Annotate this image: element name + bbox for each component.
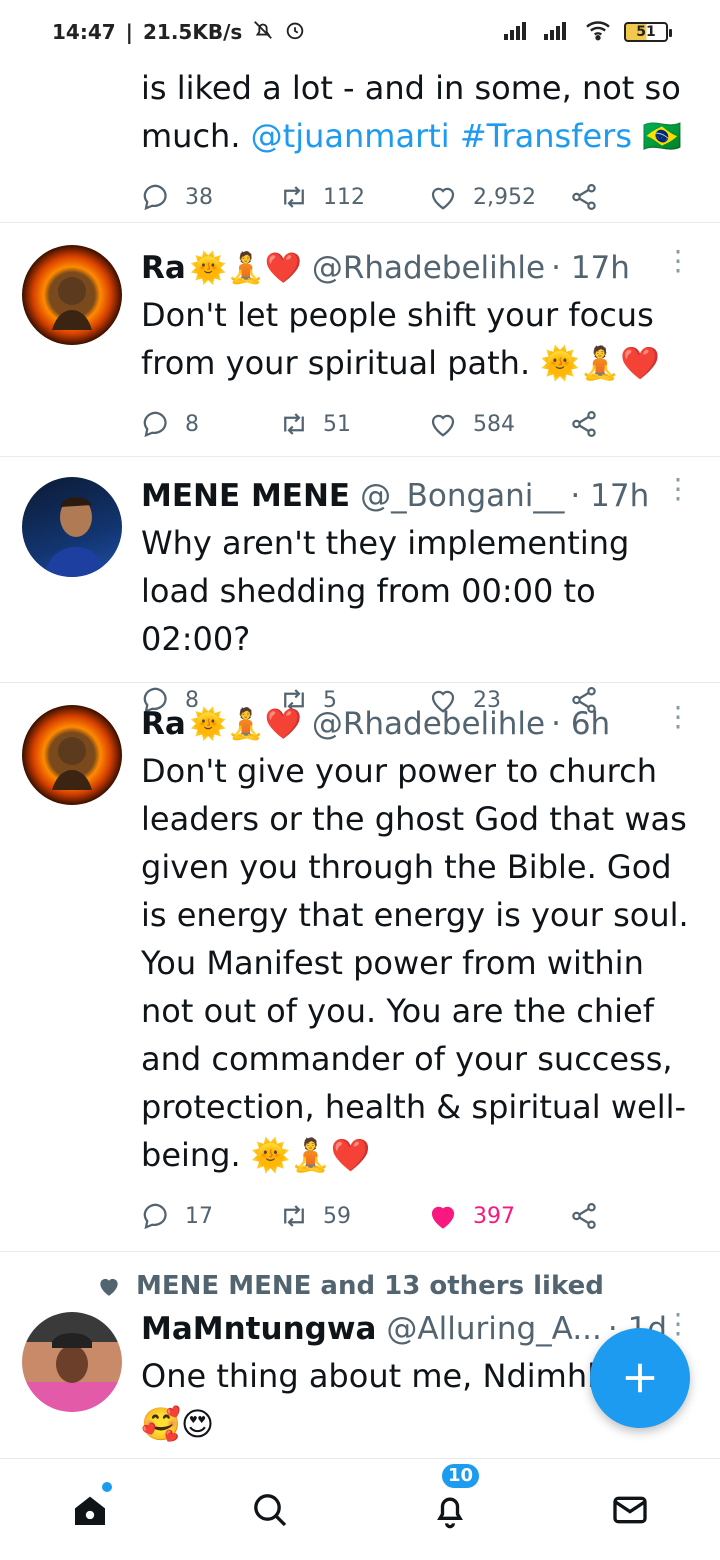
plus-icon [625,1363,655,1393]
retweet-icon [284,1205,304,1227]
more-options-icon[interactable]: ⋮ [664,1310,692,1338]
hashtag-link[interactable]: #Transfers [460,117,632,155]
display-name[interactable]: Ra [141,706,186,742]
heart-context-icon [100,1278,118,1296]
tweet-text: Why aren't they implementing load sheddi… [141,524,630,658]
retweet-button[interactable]: 112 [279,182,427,212]
avatar[interactable] [22,477,122,577]
like-icon [431,187,455,210]
nav-messages[interactable] [600,1480,660,1540]
tweet-text: is liked a lot - and in some, not so muc… [141,69,682,155]
home-icon [75,1496,105,1525]
like-button[interactable]: 2,952 [427,182,569,212]
bottom-navigation: 10 [0,1458,720,1560]
tweet-header: Ra 🌞🧘❤️ @Rhadebelihle · 6h [141,706,611,742]
share-icon [572,184,596,210]
tweet-partial[interactable]: is liked a lot - and in some, not so muc… [0,64,720,223]
reply-icon [143,411,167,438]
tweet-header: MENE MENE @_Bongani__ · 17h [141,473,696,519]
nav-home[interactable] [60,1480,120,1540]
user-handle[interactable]: @Rhadebelihle [312,250,545,286]
tweet[interactable]: Ra 🌞🧘❤️ @Rhadebelihle · 17h ⋮ Don't let … [0,223,720,457]
tweet-actions: 8 51 584 [141,399,696,449]
retweet-icon [284,186,304,208]
tweet-actions: 17 59 397 [141,1191,696,1241]
mention-link[interactable]: @tjuanmarti [251,117,450,155]
user-handle[interactable]: @Rhadebelihle [312,706,545,742]
home-unread-dot [102,1481,112,1492]
reply-button[interactable]: 8 [141,409,279,439]
social-context: MENE MENE and 13 others liked [96,1266,720,1306]
user-handle[interactable]: @_Bongani__ [360,478,564,514]
tweet-actions: 38 112 2,952 [141,172,696,222]
alarm-icon [284,19,306,46]
nav-search[interactable] [240,1480,300,1540]
retweet-button[interactable]: 59 [279,1201,427,1231]
status-bar: 14:47 | 21.5KB/s 51 [0,0,720,64]
like-icon [431,1206,455,1229]
compose-tweet-button[interactable] [590,1328,690,1428]
avatar[interactable] [22,245,122,345]
tweet-time: · 17h [551,250,630,286]
avatar[interactable] [22,1312,122,1412]
reply-icon [143,1203,167,1230]
notifications-badge: 10 [440,1461,482,1490]
share-button[interactable] [569,182,599,212]
reply-icon [143,184,167,211]
nav-notifications[interactable]: 10 [420,1461,482,1540]
retweet-button[interactable]: 51 [279,409,427,439]
share-icon [572,411,596,437]
share-button[interactable] [569,1201,599,1231]
tweet-header: Ra 🌞🧘❤️ @Rhadebelihle · 17h [141,250,630,286]
more-options-icon[interactable]: ⋮ [664,247,692,275]
avatar[interactable] [22,705,122,805]
mail-icon [613,1496,647,1523]
signal-icon [504,20,532,45]
reply-button[interactable]: 38 [141,182,279,212]
search-icon [254,1493,287,1526]
more-options-icon[interactable]: ⋮ [664,703,692,731]
timeline: is liked a lot - and in some, not so muc… [0,64,720,1462]
status-time: 14:47 [52,20,116,44]
display-name[interactable]: MENE MENE [141,478,350,514]
display-name[interactable]: MaMntungwa [141,1311,376,1347]
share-button[interactable] [569,409,599,439]
tweet[interactable]: Ra 🌞🧘❤️ @Rhadebelihle · 6h ⋮ Don't give … [0,683,720,1252]
tweet-text: Don't give your power to church leaders … [141,752,689,1174]
tweet-text: Don't let people shift your focus from y… [141,296,660,382]
like-button[interactable]: 397 [427,1201,569,1231]
bell-icon [437,1497,463,1528]
more-options-icon[interactable]: ⋮ [664,475,692,503]
network-speed: 21.5KB/s [142,20,243,44]
retweet-icon [284,413,304,435]
like-icon [431,414,455,437]
battery-indicator: 51 [624,22,672,42]
like-button[interactable]: 584 [427,409,569,439]
user-handle[interactable]: @Alluring_A... [386,1311,602,1347]
signal-icon-2 [544,20,572,45]
share-icon [572,1203,596,1229]
tweet-time: · 17h [570,478,650,514]
display-name[interactable]: Ra [141,250,186,286]
wifi-icon [584,19,612,46]
tweet-time: · 6h [551,706,611,742]
tweet[interactable]: MENE MENE @_Bongani__ · 17h ⋮ Why aren't… [0,457,720,714]
mute-icon [252,19,274,46]
reply-button[interactable]: 17 [141,1201,279,1231]
